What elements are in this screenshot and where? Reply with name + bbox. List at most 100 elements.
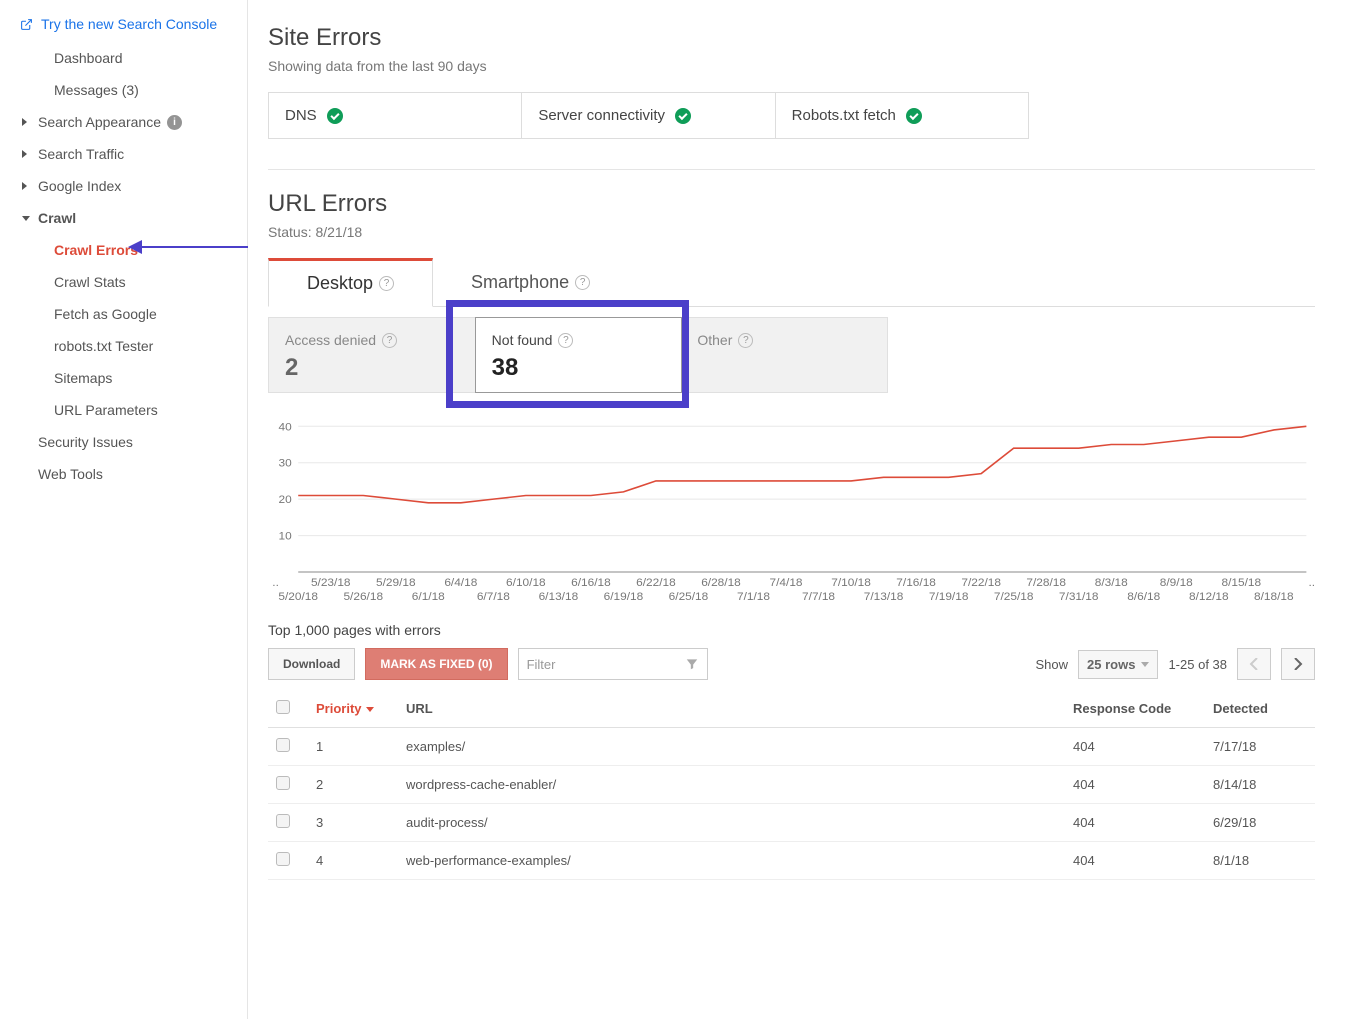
chevron-right-icon <box>22 150 27 158</box>
card-access-denied-label: Access denied <box>285 332 376 348</box>
site-error-robots[interactable]: Robots.txt fetch <box>775 92 1029 139</box>
sidebar-item-search-traffic[interactable]: Search Traffic <box>0 138 247 170</box>
sidebar-item-url-parameters[interactable]: URL Parameters <box>0 394 247 426</box>
col-detected-label: Detected <box>1213 701 1268 716</box>
sidebar-item-label: Dashboard <box>54 50 123 66</box>
col-detected[interactable]: Detected <box>1205 690 1315 728</box>
svg-text:6/25/18: 6/25/18 <box>669 591 709 603</box>
site-error-dns[interactable]: DNS <box>268 92 522 139</box>
row-checkbox[interactable] <box>276 738 290 752</box>
sidebar-item-crawl-errors[interactable]: Crawl Errors <box>0 234 247 266</box>
url-errors-title: URL Errors <box>268 190 1315 218</box>
cell-detected: 6/29/18 <box>1205 804 1315 842</box>
svg-text:6/10/18: 6/10/18 <box>506 577 546 589</box>
table-row[interactable]: 2 wordpress-cache-enabler/ 404 8/14/18 <box>268 766 1315 804</box>
tab-desktop-label: Desktop <box>307 273 373 294</box>
cell-priority: 4 <box>308 842 398 880</box>
cell-url: wordpress-cache-enabler/ <box>398 766 1065 804</box>
table-row[interactable]: 4 web-performance-examples/ 404 8/1/18 <box>268 842 1315 880</box>
sidebar-item-sitemaps[interactable]: Sitemaps <box>0 362 247 394</box>
card-other[interactable]: Other? <box>681 318 887 392</box>
col-code[interactable]: Response Code <box>1065 690 1205 728</box>
svg-text:5/23/18: 5/23/18 <box>311 577 351 589</box>
cell-code: 404 <box>1065 804 1205 842</box>
svg-text:..: .. <box>1309 577 1315 589</box>
filter-icon <box>685 657 699 671</box>
card-not-found[interactable]: Not found? 38 <box>475 317 683 393</box>
sidebar-item-crawl-stats[interactable]: Crawl Stats <box>0 266 247 298</box>
prev-page-button[interactable] <box>1237 648 1271 680</box>
mark-fixed-button[interactable]: MARK AS FIXED (0) <box>365 648 507 680</box>
svg-text:7/10/18: 7/10/18 <box>831 577 871 589</box>
card-access-denied[interactable]: Access denied? 2 <box>269 318 476 392</box>
chevron-down-icon <box>1141 662 1149 667</box>
external-link-icon <box>20 18 33 31</box>
sidebar-item-crawl[interactable]: Crawl <box>0 202 247 234</box>
tab-desktop[interactable]: Desktop ? <box>268 258 433 307</box>
svg-text:5/26/18: 5/26/18 <box>343 591 383 603</box>
svg-text:7/22/18: 7/22/18 <box>961 577 1001 589</box>
col-url[interactable]: URL <box>398 690 1065 728</box>
rows-selector[interactable]: 25 rows <box>1078 650 1158 679</box>
cell-code: 404 <box>1065 842 1205 880</box>
help-icon[interactable]: ? <box>575 275 590 290</box>
svg-text:7/16/18: 7/16/18 <box>896 577 936 589</box>
svg-text:30: 30 <box>279 458 292 470</box>
sidebar-item-messages-3[interactable]: Messages (3) <box>0 74 247 106</box>
chevron-right-icon <box>22 118 27 126</box>
info-icon: i <box>167 115 182 130</box>
sidebar-item-label: Messages (3) <box>54 82 139 98</box>
card-not-found-label: Not found <box>492 332 553 348</box>
next-page-button[interactable] <box>1281 648 1315 680</box>
card-not-found-value: 38 <box>492 354 666 382</box>
site-error-boxes: DNS Server connectivity Robots.txt fetch <box>268 92 1028 139</box>
sidebar-item-label: robots.txt Tester <box>54 338 153 354</box>
check-icon <box>327 108 343 124</box>
table-row[interactable]: 1 examples/ 404 7/17/18 <box>268 728 1315 766</box>
svg-text:6/4/18: 6/4/18 <box>444 577 477 589</box>
url-errors-status: Status: 8/21/18 <box>268 224 1315 240</box>
select-all-checkbox[interactable] <box>276 700 290 714</box>
sidebar-item-label: Crawl Stats <box>54 274 126 290</box>
row-checkbox[interactable] <box>276 776 290 790</box>
sidebar-item-dashboard[interactable]: Dashboard <box>0 42 247 74</box>
site-error-server[interactable]: Server connectivity <box>521 92 775 139</box>
sidebar-item-label: Security Issues <box>38 434 133 450</box>
help-icon[interactable]: ? <box>379 276 394 291</box>
svg-text:10: 10 <box>279 531 292 543</box>
svg-text:7/28/18: 7/28/18 <box>1026 577 1066 589</box>
tab-smartphone[interactable]: Smartphone ? <box>433 258 628 306</box>
row-checkbox[interactable] <box>276 814 290 828</box>
svg-text:6/19/18: 6/19/18 <box>604 591 644 603</box>
sidebar-item-google-index[interactable]: Google Index <box>0 170 247 202</box>
row-checkbox[interactable] <box>276 852 290 866</box>
filter-input[interactable]: Filter <box>518 648 708 680</box>
sidebar-item-search-appearance[interactable]: Search Appearancei <box>0 106 247 138</box>
sidebar-item-security-issues[interactable]: Security Issues <box>0 426 247 458</box>
try-new-console-label: Try the new Search Console <box>41 16 217 32</box>
cell-detected: 8/1/18 <box>1205 842 1315 880</box>
svg-text:6/16/18: 6/16/18 <box>571 577 611 589</box>
chevron-right-icon <box>1293 658 1303 670</box>
card-access-denied-value: 2 <box>285 354 459 382</box>
svg-text:6/13/18: 6/13/18 <box>539 591 579 603</box>
col-code-label: Response Code <box>1073 701 1171 716</box>
errors-table: Priority URL Response Code Detected 1 ex… <box>268 690 1315 880</box>
sidebar-item-label: URL Parameters <box>54 402 158 418</box>
sidebar-item-web-tools[interactable]: Web Tools <box>0 458 247 490</box>
col-priority[interactable]: Priority <box>308 690 398 728</box>
col-priority-label: Priority <box>316 701 362 716</box>
sidebar-item-fetch-as-google[interactable]: Fetch as Google <box>0 298 247 330</box>
help-icon[interactable]: ? <box>738 333 753 348</box>
download-button[interactable]: Download <box>268 648 355 680</box>
table-row[interactable]: 3 audit-process/ 404 6/29/18 <box>268 804 1315 842</box>
help-icon[interactable]: ? <box>382 333 397 348</box>
help-icon[interactable]: ? <box>558 333 573 348</box>
svg-text:7/7/18: 7/7/18 <box>802 591 835 603</box>
sidebar-item-label: Crawl Errors <box>54 242 138 258</box>
sidebar-item-robots-txt-tester[interactable]: robots.txt Tester <box>0 330 247 362</box>
try-new-console-link[interactable]: Try the new Search Console <box>0 12 247 42</box>
cell-priority: 3 <box>308 804 398 842</box>
cell-url: audit-process/ <box>398 804 1065 842</box>
svg-text:7/13/18: 7/13/18 <box>864 591 904 603</box>
